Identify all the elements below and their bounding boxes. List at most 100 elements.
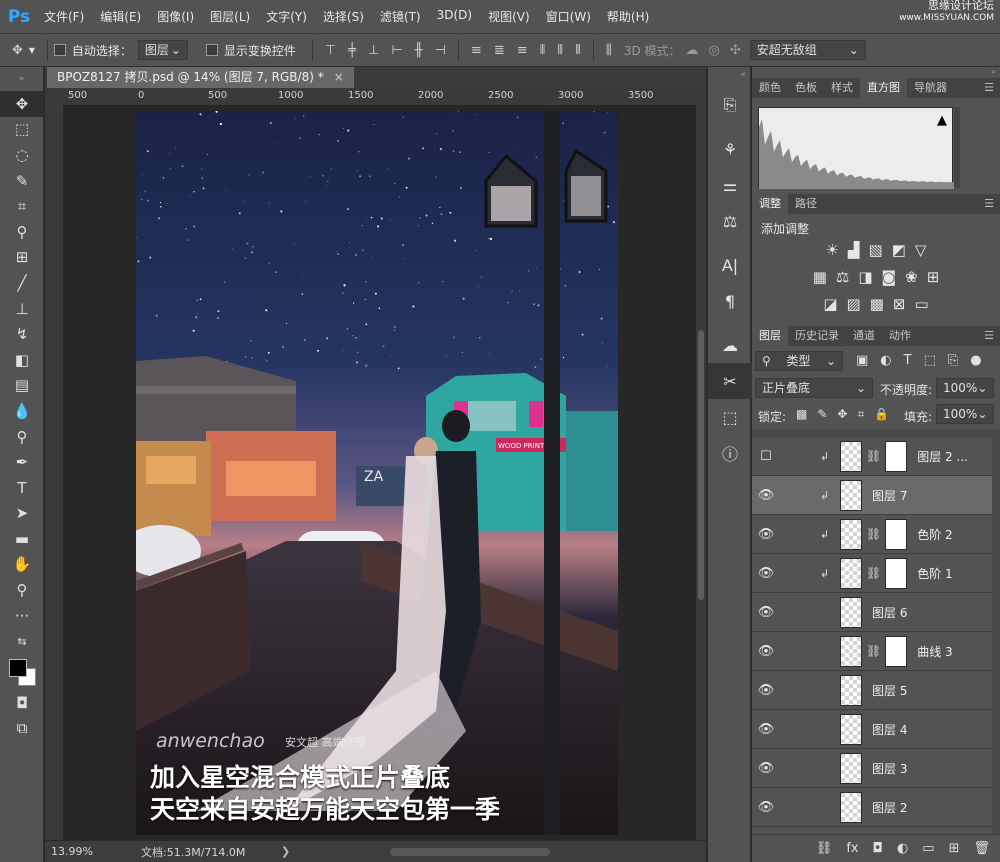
new-layer-icon[interactable]: ⊞ <box>949 841 960 856</box>
history-panel-icon[interactable]: ⎘ <box>708 87 752 123</box>
drag-3d-icon[interactable]: ✣ <box>730 43 741 58</box>
invert-icon[interactable]: ◪ <box>823 295 837 313</box>
layer-style-icon[interactable]: fx <box>846 841 858 856</box>
eye-icon[interactable]: 👁 <box>752 683 780 698</box>
layer-mask-thumbnail[interactable] <box>885 557 908 589</box>
orbit-3d-icon[interactable]: ☁ <box>686 43 699 58</box>
gradient-tool-icon[interactable]: ▤ <box>0 373 44 399</box>
mask-link-icon[interactable]: ⛓ <box>866 449 881 463</box>
distribute-hcenter-icon[interactable]: ⦀ <box>557 43 563 58</box>
marquee-tool-icon[interactable]: ⬚ <box>0 117 44 143</box>
panel-tab[interactable]: 颜色 <box>752 78 788 98</box>
hue-saturation-icon[interactable]: ▦ <box>813 268 827 286</box>
brightness-icon[interactable]: ☀ <box>826 241 839 259</box>
eyedropper-tool-icon[interactable]: ⚲ <box>0 219 44 245</box>
lock-artboard-icon[interactable]: ⌗ <box>857 407 864 422</box>
opacity-input[interactable]: 100% ⌄ <box>936 378 994 398</box>
more-tools-icon[interactable]: ··· <box>0 603 44 629</box>
layers-scrollbar[interactable] <box>992 437 1000 837</box>
document-tab[interactable]: BPOZ8127 拷贝.psd @ 14% (图层 7, RGB/8) * × <box>47 67 354 88</box>
pixel-filter-icon[interactable]: ▣ <box>856 353 868 368</box>
channel-mixer-icon[interactable]: ❀ <box>905 268 918 286</box>
menu-item[interactable]: 图像(I) <box>149 8 202 25</box>
layer-row[interactable]: 👁 图层 5 <box>752 671 992 710</box>
selective-color-icon[interactable]: ⊠ <box>893 295 906 313</box>
layer-row[interactable]: 👁 ↲ ⛓ 色阶 1 <box>752 554 992 593</box>
libraries-icon[interactable]: ☁ <box>708 327 752 363</box>
brush-settings-icon[interactable]: ⚌ <box>708 167 752 203</box>
horizontal-scrollbar[interactable] <box>390 847 551 856</box>
info-panel-icon[interactable]: ⓘ <box>708 435 752 471</box>
panel-tab[interactable]: 动作 <box>882 326 918 346</box>
panel-tab[interactable]: 图层 <box>752 326 788 346</box>
layer-row[interactable]: 👁 ↲ 图层 7 <box>752 476 992 515</box>
photo-filter-icon[interactable]: ◙ <box>882 268 897 286</box>
vibrance-icon[interactable]: ▽ <box>915 241 927 259</box>
menu-item[interactable]: 编辑(E) <box>92 8 149 25</box>
eye-icon[interactable]: 👁 <box>752 722 780 737</box>
mask-link-icon[interactable]: ⛓ <box>866 566 881 580</box>
distribute-vcenter-icon[interactable]: ≣ <box>494 43 505 58</box>
align-top-icon[interactable]: ⊤ <box>325 43 336 58</box>
mask-link-icon[interactable]: ⛓ <box>866 644 881 658</box>
zoom-tool-icon[interactable]: ⚲ <box>0 577 44 603</box>
type-tool-icon[interactable]: T <box>0 475 44 501</box>
align-right-icon[interactable]: ⊣ <box>435 43 446 58</box>
app-logo[interactable]: Ps <box>2 0 36 33</box>
eye-icon[interactable]: 👁 <box>752 488 780 503</box>
layer-thumbnail[interactable] <box>840 674 862 706</box>
foreground-color-swatch[interactable] <box>9 659 27 678</box>
filter-toggle-icon[interactable]: ● <box>970 353 981 368</box>
move-tool-icon[interactable]: ✥ <box>12 43 23 58</box>
shape-tool-icon[interactable]: ▬ <box>0 526 44 552</box>
histogram-scrollbar[interactable] <box>954 107 960 188</box>
black-white-icon[interactable]: ◨ <box>858 268 872 286</box>
mask-link-icon[interactable]: ⛓ <box>866 527 881 541</box>
new-adjustment-icon[interactable]: ◐ <box>897 841 908 856</box>
panel-collapse-icon[interactable]: » <box>752 67 1000 77</box>
delete-layer-icon[interactable]: 🗑 <box>973 841 990 856</box>
layer-thumbnail[interactable] <box>840 713 862 745</box>
eraser-tool-icon[interactable]: ◧ <box>0 347 44 373</box>
link-layers-icon[interactable]: ⛓ <box>816 841 833 856</box>
align-left-icon[interactable]: ⊢ <box>391 43 402 58</box>
hand-tool-icon[interactable]: ✋ <box>0 552 44 578</box>
layer-name[interactable]: 图层 5 <box>872 682 907 699</box>
smart-object-filter-icon[interactable]: ⎘ <box>948 353 958 368</box>
scrollbar-thumb[interactable] <box>698 330 704 600</box>
curves-icon[interactable]: ▧ <box>869 241 883 259</box>
panel-menu-icon[interactable]: ☰ <box>984 329 994 342</box>
document-canvas[interactable]: WOOD PRINT ZA <box>136 111 618 835</box>
posterize-icon[interactable]: ▨ <box>847 295 861 313</box>
adjustment-filter-icon[interactable]: ◐ <box>880 353 891 368</box>
show-transform-checkbox[interactable] <box>205 44 218 56</box>
lasso-tool-icon[interactable]: ◌ <box>0 142 44 168</box>
panel-tab[interactable]: 直方图 <box>860 78 907 98</box>
3d-panel-icon[interactable]: ⬚ <box>708 399 752 435</box>
type-filter-icon[interactable]: T <box>904 353 912 368</box>
swap-colors-icon[interactable]: ⇆ <box>0 628 44 654</box>
panel-tab[interactable]: 导航器 <box>907 78 954 98</box>
blend-mode-dropdown[interactable]: 正片叠底 ⌄ <box>755 378 873 398</box>
layer-name[interactable]: 图层 2 <box>872 799 907 816</box>
new-group-icon[interactable]: ▭ <box>922 841 934 856</box>
panel-tab[interactable]: 路径 <box>788 194 824 214</box>
menu-item[interactable]: 3D(D) <box>429 8 480 25</box>
roll-3d-icon[interactable]: ◎ <box>709 43 720 58</box>
lock-all-icon[interactable]: 🔒 <box>874 407 889 422</box>
pen-tool-icon[interactable]: ✒ <box>0 449 44 475</box>
warning-icon[interactable]: ▲ <box>937 113 947 128</box>
brush-tool-icon[interactable]: ╱ <box>0 270 44 296</box>
screen-mode-icon[interactable]: ⧉ <box>0 716 44 742</box>
layer-name[interactable]: 图层 4 <box>872 721 907 738</box>
panel-menu-icon[interactable]: ☰ <box>984 81 994 94</box>
layer-thumbnail[interactable] <box>840 518 862 550</box>
layer-row[interactable]: ☐ ↲ ⛓ 图层 2 ... <box>752 437 992 476</box>
layer-thumbnail[interactable] <box>840 791 862 823</box>
layer-row[interactable]: 👁 图层 3 <box>752 749 992 788</box>
layer-row[interactable]: 👁 图层 6 <box>752 593 992 632</box>
distribute-bottom-icon[interactable]: ≡ <box>517 43 528 58</box>
menu-item[interactable]: 帮助(H) <box>599 8 657 25</box>
status-menu-icon[interactable]: ❯ <box>281 845 290 858</box>
threshold-icon[interactable]: ▩ <box>870 295 884 313</box>
